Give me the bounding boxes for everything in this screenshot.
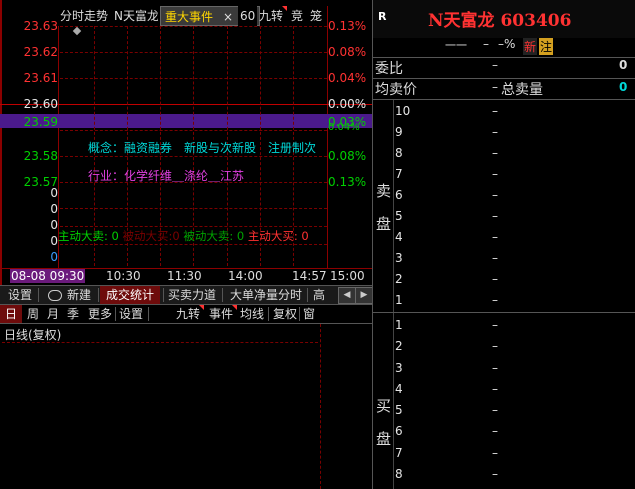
tab-buy-sell-force[interactable]: 买卖力道 <box>168 287 216 303</box>
passive-sell-label: 被动大卖: <box>183 229 234 243</box>
active-buy-value: 0 <box>301 229 309 243</box>
tab-kline-adjust[interactable]: 复权 <box>273 306 297 322</box>
kline-chart-area[interactable]: 日线(复权) <box>0 324 321 489</box>
time-label: 10:30 <box>106 269 141 283</box>
flow-stats: 主动大卖: 0 被动大买:0 被动大卖: 0 主动大买: 0 <box>58 228 328 244</box>
buy-side-label: 盘 <box>376 430 392 448</box>
weibi-value: 0 <box>619 58 628 72</box>
stock-title: N天富龙 603406 <box>428 11 572 31</box>
intraday-chart-panel[interactable]: 23.63 23.62 23.61 23.60 23.59 23.58 23.5… <box>0 0 372 285</box>
tab-large-order-net[interactable]: 大单净量分时 <box>230 287 302 303</box>
total-ask-value: 0 <box>619 80 628 94</box>
price-label: 23.61 <box>23 71 58 85</box>
tab-stock-name[interactable]: N天富龙 <box>114 6 158 26</box>
active-buy-label: 主动大买: <box>247 229 298 243</box>
tab-kline-window[interactable]: 窗 <box>303 306 315 322</box>
price-label: 23.63 <box>23 19 58 33</box>
pct-label: 0.08% <box>328 45 367 59</box>
sell-side-label: 盘 <box>376 215 392 233</box>
chat-icon <box>48 290 62 301</box>
sell-side-label: 卖 <box>376 182 392 200</box>
kline-tab-bar: 日 周 月 季 更多 设置 九转 事件 均线 复权 窗 <box>0 305 372 324</box>
tab-marker-icon <box>232 305 237 310</box>
avg-ask-label: 均卖价 <box>375 82 417 98</box>
volume-label: 0 <box>50 250 58 264</box>
chart-tab-bar: 分时走势 N天富龙 重大事件 × 60 九转 竞 笼 <box>58 6 326 26</box>
time-label: 14:57 <box>292 269 327 283</box>
price-label: 23.58 <box>23 149 58 163</box>
tab-month[interactable]: 月 <box>47 306 59 322</box>
tab-new[interactable]: 新建 <box>67 287 91 303</box>
concept-text: 概念：融资融券 新股与次新股 注册制次 <box>88 141 317 155</box>
change-pct: –% <box>498 37 516 51</box>
active-sell-label: 主动大卖: <box>58 229 108 243</box>
avg-ask-dash: – <box>492 80 498 94</box>
tab-settings[interactable]: 设置 <box>8 287 32 303</box>
volume-label: 0 <box>50 218 58 232</box>
tab-quarter[interactable]: 季 <box>67 306 79 322</box>
change-dash: – <box>483 37 489 51</box>
weibi-dash: – <box>492 58 498 72</box>
time-label: 14:00 <box>228 269 263 283</box>
buy-side-label: 买 <box>376 397 392 415</box>
tab-kline-jiuzhuan[interactable]: 九转 <box>176 306 200 322</box>
tab-kline-ma[interactable]: 均线 <box>240 306 264 322</box>
tab-trade-stats[interactable]: 成交统计 <box>100 286 161 304</box>
weibi-label: 委比 <box>375 61 403 77</box>
pct-label: 0.13% <box>328 19 367 33</box>
price-label: 23.62 <box>23 45 58 59</box>
time-label: 11:30 <box>167 269 202 283</box>
new-stock-badge: 新 <box>523 38 538 55</box>
registration-badge: 注 <box>539 38 554 55</box>
time-label-start: 08-08 09:30 <box>10 269 86 283</box>
scroll-left-icon[interactable]: ◀ <box>338 287 356 304</box>
time-axis: 08-08 09:30 10:30 11:30 14:00 14:57 15:0… <box>0 268 372 285</box>
quote-panel: R N天富龙 603406 一一 – –% 新 注 委比 – 0 均卖价 – 总… <box>372 0 635 489</box>
price-label: 23.60 <box>23 97 58 111</box>
tab-jing[interactable]: 竞 <box>291 6 303 26</box>
active-sell-value: 0 <box>111 229 119 243</box>
pct-label: 0.04% <box>328 71 367 85</box>
tab-week[interactable]: 周 <box>27 306 39 322</box>
tab-kline-events[interactable]: 事件 <box>209 306 233 322</box>
tab-60[interactable]: 60 <box>238 6 258 26</box>
start-marker-icon <box>72 26 82 36</box>
tab-intraday[interactable]: 分时走势 <box>60 6 108 26</box>
tab-jiuzhuan[interactable]: 九转 <box>259 6 283 26</box>
pct-label: 0.08% <box>328 149 367 163</box>
tab-long[interactable]: 笼 <box>310 6 322 26</box>
pct-label: 0.00% <box>328 97 367 111</box>
last-price-dashes: 一一 <box>445 39 467 52</box>
close-icon[interactable]: × <box>223 7 233 27</box>
passive-buy-label: 被动大买: <box>122 229 173 243</box>
tab-day[interactable]: 日 <box>0 305 23 323</box>
tab-kline-settings[interactable]: 设置 <box>119 306 143 322</box>
tab-marker-icon <box>282 6 287 11</box>
analysis-tab-bar: 设置 新建 成交统计 买卖力道 大单净量分时 高 ◀ ▶ <box>0 285 373 305</box>
price-label: 23.59 <box>23 115 58 129</box>
scroll-right-icon[interactable]: ▶ <box>355 287 373 304</box>
volume-label: 0 <box>50 234 58 248</box>
kline-title: 日线(复权) <box>4 328 62 342</box>
passive-buy-value: 0 <box>172 229 180 243</box>
tab-more[interactable]: 高 <box>313 287 325 303</box>
pct-label: 0.13% <box>328 175 367 189</box>
tab-more-periods[interactable]: 更多 <box>88 306 112 322</box>
total-ask-label: 总卖量 <box>501 82 543 98</box>
volume-label: 0 <box>50 186 58 200</box>
industry-text: 行业：化学纤维＿涤纶＿江苏 <box>88 169 245 183</box>
volume-label: 0 <box>50 202 58 216</box>
time-label: 15:00 <box>330 269 365 283</box>
passive-sell-value: 0 <box>236 229 245 243</box>
tab-major-events-label: 重大事件 <box>165 10 214 24</box>
r-badge: R <box>378 10 387 23</box>
tab-marker-icon <box>199 305 204 310</box>
pct-label-overlap: 0.04% <box>328 123 360 130</box>
